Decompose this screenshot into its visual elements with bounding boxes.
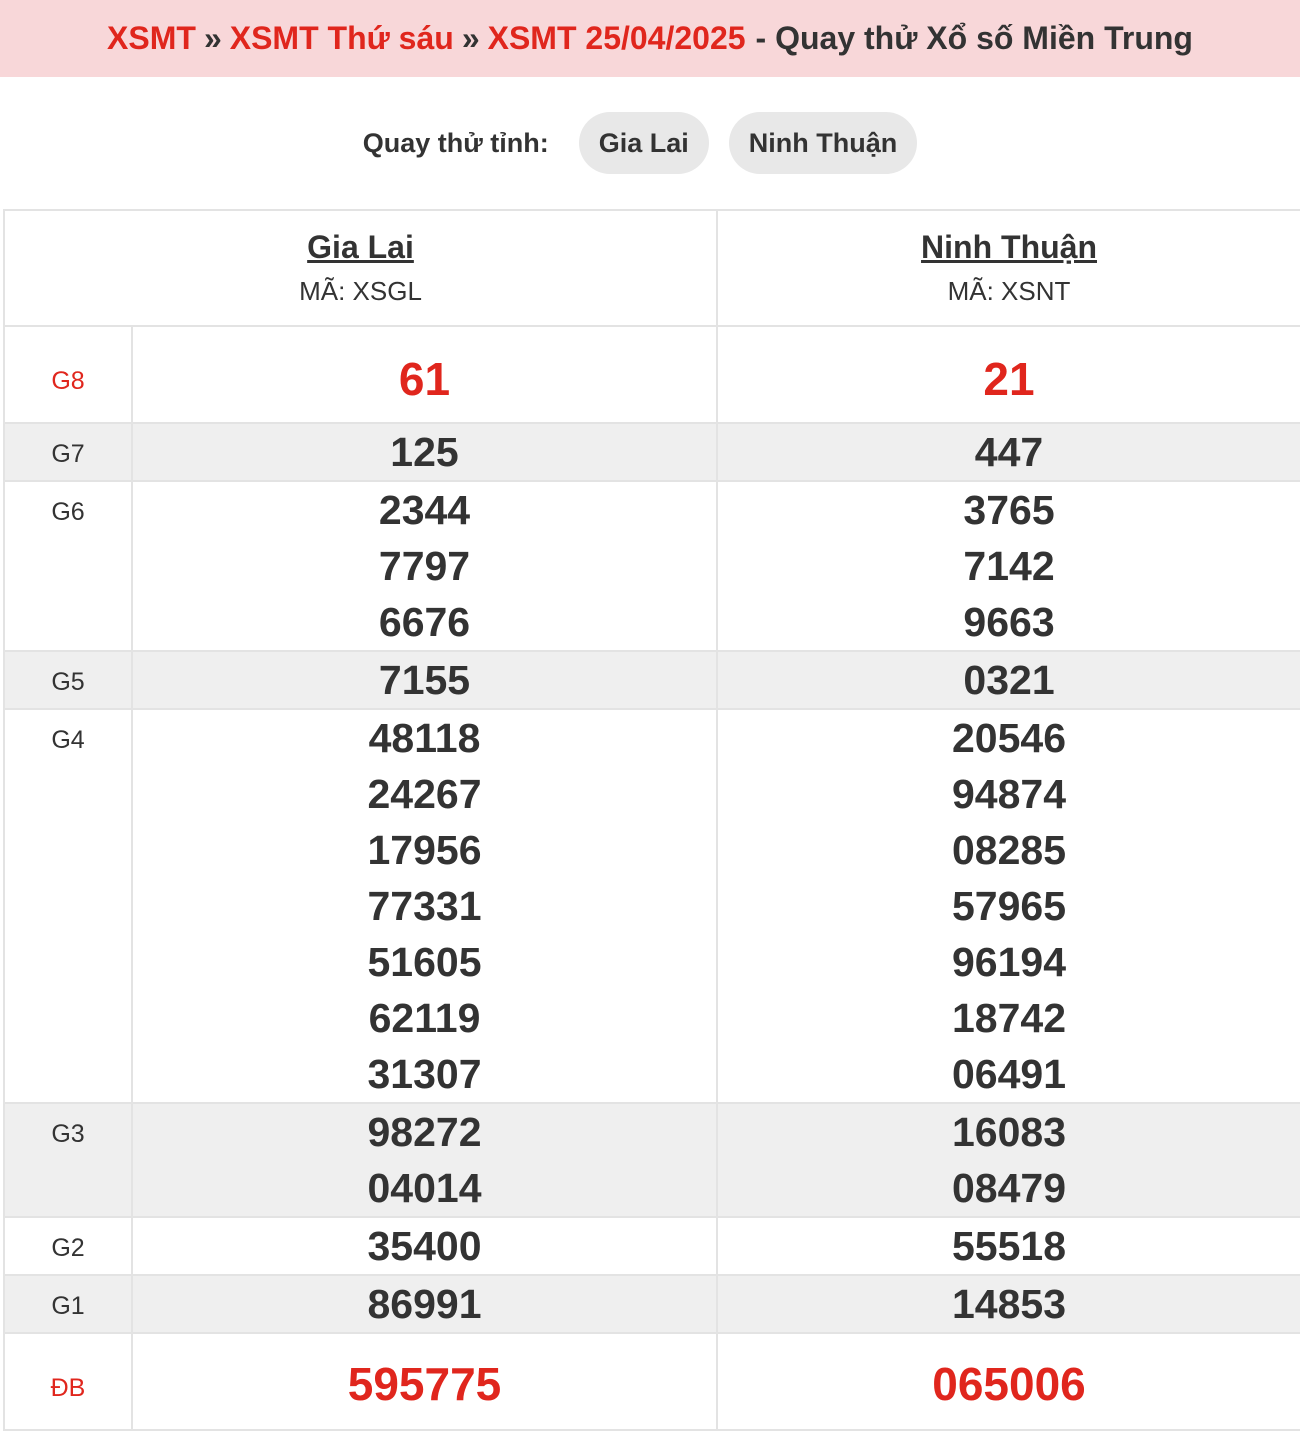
prize-row: G4 48118 24267 17956 77331 51605 62119 31307 205… <box>3 708 1300 1104</box>
page-title: - Quay thử Xổ số Miền Trung <box>755 20 1193 56</box>
province-chip-ninh-thuan[interactable]: Ninh Thuận <box>728 112 918 174</box>
prize-number: 24267 <box>367 771 482 817</box>
prize-cell: 3765 7142 9663 <box>716 480 1300 652</box>
breadcrumb-link-weekday[interactable]: XSMT Thứ sáu <box>230 20 454 57</box>
prize-table-body: G8 61 21 G7 125 447 G6 2344 7797 6676 3765 7142 9663… <box>3 325 1300 1431</box>
prize-cell: 065006 <box>716 1332 1300 1431</box>
prize-number: 86991 <box>367 1281 482 1327</box>
prize-number: 7142 <box>963 543 1055 589</box>
prize-label: G1 <box>3 1274 133 1334</box>
prize-number: 94874 <box>952 771 1067 817</box>
prize-label: G6 <box>3 480 133 652</box>
prize-cell: 447 <box>716 422 1300 482</box>
prize-row: G3 98272 04014 16083 08479 <box>3 1102 1300 1218</box>
breadcrumb-link-xsmt[interactable]: XSMT <box>107 20 196 57</box>
prize-number: 04014 <box>367 1165 482 1211</box>
prize-cell: 14853 <box>716 1274 1300 1334</box>
prize-cell: 48118 24267 17956 77331 51605 62119 31307 <box>130 708 719 1104</box>
prize-number: 125 <box>390 429 459 475</box>
prize-number: 61 <box>398 353 451 405</box>
prize-label: G7 <box>3 422 133 482</box>
breadcrumb: XSMT » XSMT Thứ sáu » XSMT 25/04/2025 - … <box>0 0 1300 77</box>
prize-row: G2 35400 55518 <box>3 1216 1300 1276</box>
province-chip-gia-lai[interactable]: Gia Lai <box>578 112 709 174</box>
prize-number: 065006 <box>932 1358 1086 1410</box>
picker-label: Quay thử tỉnh: <box>362 127 549 158</box>
prize-number: 55518 <box>952 1223 1067 1269</box>
prize-number: 77331 <box>367 883 482 929</box>
prize-cell: 86991 <box>130 1274 719 1334</box>
prize-row: G8 61 21 <box>3 325 1300 424</box>
prize-number: 447 <box>974 429 1044 475</box>
prize-row: ĐB 595775 065006 <box>3 1332 1300 1431</box>
prize-row: G6 2344 7797 6676 3765 7142 9663 <box>3 480 1300 652</box>
prize-label: ĐB <box>3 1332 133 1431</box>
prize-number: 14853 <box>952 1281 1067 1327</box>
province-code: MÃ: XSGL <box>299 276 422 306</box>
prize-number: 17956 <box>367 827 482 873</box>
prize-row: G5 7155 0321 <box>3 650 1300 710</box>
prize-number: 0321 <box>963 657 1055 703</box>
province-link[interactable]: Gia Lai <box>5 229 716 266</box>
prize-cell: 55518 <box>716 1216 1300 1276</box>
prize-number: 51605 <box>367 939 482 985</box>
province-picker: Quay thử tỉnh: Gia Lai Ninh Thuận <box>0 77 1300 209</box>
prize-number: 3765 <box>963 487 1055 533</box>
prize-cell: 125 <box>130 422 719 482</box>
prize-cell: 98272 04014 <box>130 1102 719 1218</box>
breadcrumb-link-date[interactable]: XSMT 25/04/2025 <box>488 20 746 57</box>
breadcrumb-separator: » <box>203 20 222 56</box>
prize-number: 7155 <box>378 657 471 703</box>
prize-number: 57965 <box>952 883 1067 929</box>
prize-number: 08479 <box>952 1165 1067 1211</box>
prize-label: G4 <box>3 708 133 1104</box>
prize-number: 98272 <box>367 1109 482 1155</box>
prize-cell: 20546 94874 08285 57965 96194 18742 06491 <box>716 708 1300 1104</box>
prize-number: 2344 <box>378 487 471 533</box>
prize-number: 595775 <box>347 1358 502 1410</box>
prize-number: 35400 <box>367 1223 482 1269</box>
prize-number: 96194 <box>952 939 1067 985</box>
prize-number: 6676 <box>378 599 471 645</box>
prize-number: 48118 <box>368 715 481 761</box>
prize-row: G7 125 447 <box>3 422 1300 482</box>
prize-number: 16083 <box>952 1109 1067 1155</box>
prize-number: 20546 <box>952 715 1067 761</box>
table-header-row: Gia Lai MÃ: XSGL Ninh Thuận MÃ: XSNT <box>2 209 1300 327</box>
prize-number: 18742 <box>952 995 1067 1041</box>
prize-label: G2 <box>3 1216 133 1276</box>
results-table: Gia Lai MÃ: XSGL Ninh Thuận MÃ: XSNT G8 6… <box>2 209 1300 1431</box>
prize-label: G3 <box>3 1102 133 1218</box>
prize-cell: 61 <box>130 325 719 424</box>
province-header-gia-lai: Gia Lai MÃ: XSGL <box>2 209 719 327</box>
prize-cell: 7155 <box>130 650 719 710</box>
prize-row: G1 86991 14853 <box>3 1274 1300 1334</box>
prize-cell: 0321 <box>716 650 1300 710</box>
province-link[interactable]: Ninh Thuận <box>718 229 1300 266</box>
prize-cell: 2344 7797 6676 <box>130 480 719 652</box>
prize-cell: 16083 08479 <box>716 1102 1300 1218</box>
prize-label: G8 <box>3 325 133 424</box>
prize-number: 62119 <box>368 995 481 1041</box>
prize-number: 31307 <box>367 1051 482 1097</box>
prize-number: 7797 <box>378 543 471 589</box>
province-header-ninh-thuan: Ninh Thuận MÃ: XSNT <box>716 209 1300 327</box>
prize-number: 9663 <box>963 599 1055 645</box>
prize-cell: 35400 <box>130 1216 719 1276</box>
prize-label: G5 <box>3 650 133 710</box>
prize-cell: 21 <box>716 325 1300 424</box>
province-code: MÃ: XSNT <box>947 276 1071 306</box>
breadcrumb-separator: » <box>461 20 480 56</box>
prize-number: 06491 <box>952 1051 1067 1097</box>
prize-number: 21 <box>983 353 1035 405</box>
prize-cell: 595775 <box>130 1332 719 1431</box>
prize-number: 08285 <box>952 827 1067 873</box>
